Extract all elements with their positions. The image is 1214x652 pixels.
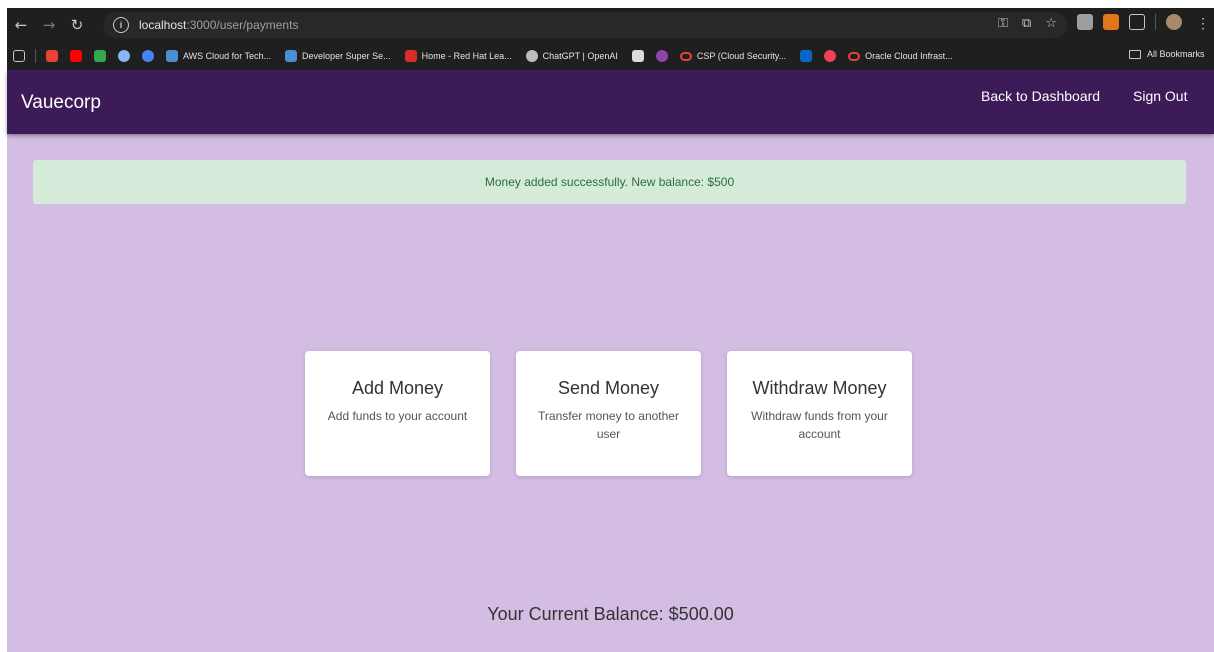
pocket-icon[interactable] xyxy=(824,50,837,62)
send-money-card[interactable]: Send Money Transfer money to another use… xyxy=(516,351,701,476)
all-bookmarks-label: All Bookmarks xyxy=(1147,49,1205,59)
gmail-icon[interactable] xyxy=(46,50,58,62)
card-description: Add funds to your account xyxy=(327,409,468,423)
settings-bookmark-icon[interactable] xyxy=(118,50,130,62)
all-bookmarks-button[interactable]: All Bookmarks xyxy=(1129,49,1205,59)
bookmark-label: Developer Super Se... xyxy=(302,51,391,61)
back-to-dashboard-link[interactable]: Back to Dashboard xyxy=(981,88,1100,104)
bookmark-label: Oracle Cloud Infrast... xyxy=(865,51,953,61)
current-balance: Your Current Balance: $500.00 xyxy=(487,604,734,624)
browser-menu-icon[interactable]: ⋮ xyxy=(1196,15,1210,32)
linkedin-icon[interactable] xyxy=(800,50,813,62)
profile-avatar[interactable] xyxy=(1166,14,1182,30)
url-host: localhost xyxy=(139,18,187,32)
extension-icon[interactable] xyxy=(1077,14,1093,30)
card-title: Send Money xyxy=(557,378,660,398)
url-text: localhost:3000/user/payments xyxy=(139,18,298,32)
site-info-icon[interactable]: i xyxy=(113,17,129,33)
brand-logo[interactable]: Vauecorp xyxy=(21,92,101,114)
bookmarks-bar: AWS Cloud for Tech... Developer Super Se… xyxy=(7,42,1214,70)
bookmark-star-icon[interactable]: ☆ xyxy=(1045,16,1057,31)
oracle-icon xyxy=(679,51,692,61)
bookmark-separator xyxy=(35,49,36,63)
maps-icon[interactable] xyxy=(94,50,106,62)
youtube-icon[interactable] xyxy=(70,50,82,62)
bookmark-chatgpt[interactable]: ChatGPT | OpenAI xyxy=(525,50,618,62)
open-in-new-icon[interactable]: ⧉ xyxy=(1022,16,1031,31)
bookmark-label: CSP (Cloud Security... xyxy=(696,51,787,61)
bookmark-aws[interactable]: AWS Cloud for Tech... xyxy=(166,50,271,62)
app-page: Vauecorp Back to Dashboard Sign Out Mone… xyxy=(7,70,1214,652)
withdraw-money-card[interactable]: Withdraw Money Withdraw funds from your … xyxy=(727,351,912,476)
window-top-strip xyxy=(0,0,1214,8)
bookmark-label: ChatGPT | OpenAI xyxy=(542,51,618,61)
metamask-extension-icon[interactable] xyxy=(1103,14,1119,30)
card-description: Transfer money to another user xyxy=(538,409,679,441)
browser-toolbar: ← → ↻ i localhost:3000/user/payments ⚿ ⧉… xyxy=(7,8,1214,42)
extensions-puzzle-icon[interactable] xyxy=(1129,14,1145,30)
back-icon[interactable]: ← xyxy=(7,11,35,39)
c-bookmark-icon[interactable] xyxy=(142,50,154,62)
bookmark-csp[interactable]: CSP (Cloud Security... xyxy=(679,51,787,61)
card-description: Withdraw funds from your account xyxy=(751,409,888,441)
bookmark-label: AWS Cloud for Tech... xyxy=(183,51,272,61)
redhat-icon xyxy=(404,50,417,62)
developer-icon xyxy=(285,50,298,62)
bookmark-label: Home - Red Hat Lea... xyxy=(421,51,512,61)
folder-icon xyxy=(1129,49,1141,59)
bookmark-redhat[interactable]: Home - Red Hat Lea... xyxy=(404,50,512,62)
toolbar-divider xyxy=(1155,14,1156,30)
navbar: Vauecorp Back to Dashboard Sign Out xyxy=(7,70,1214,134)
forward-icon[interactable]: → xyxy=(35,11,63,39)
url-path: :3000/user/payments xyxy=(186,18,299,32)
sign-out-link[interactable]: Sign Out xyxy=(1133,88,1187,104)
calendar-bookmark-icon[interactable] xyxy=(631,50,644,62)
bookmark-oracle[interactable]: Oracle Cloud Infrast... xyxy=(848,51,953,61)
card-title: Withdraw Money xyxy=(752,378,887,398)
success-alert: Money added successfully. New balance: $… xyxy=(33,160,1186,204)
add-money-card[interactable]: Add Money Add funds to your account xyxy=(305,351,490,476)
reload-icon[interactable]: ↻ xyxy=(63,11,91,39)
password-key-icon[interactable]: ⚿ xyxy=(998,16,1008,31)
card-title: Add Money xyxy=(351,378,444,398)
purple-bookmark-icon[interactable] xyxy=(655,50,668,62)
openai-icon xyxy=(525,50,538,62)
address-bar[interactable]: i localhost:3000/user/payments ⚿ ⧉ ☆ xyxy=(103,12,1067,38)
apps-grid-icon[interactable] xyxy=(13,50,25,62)
aws-icon xyxy=(166,50,178,62)
oracle-icon xyxy=(848,51,861,61)
bookmark-developer[interactable]: Developer Super Se... xyxy=(285,50,391,62)
